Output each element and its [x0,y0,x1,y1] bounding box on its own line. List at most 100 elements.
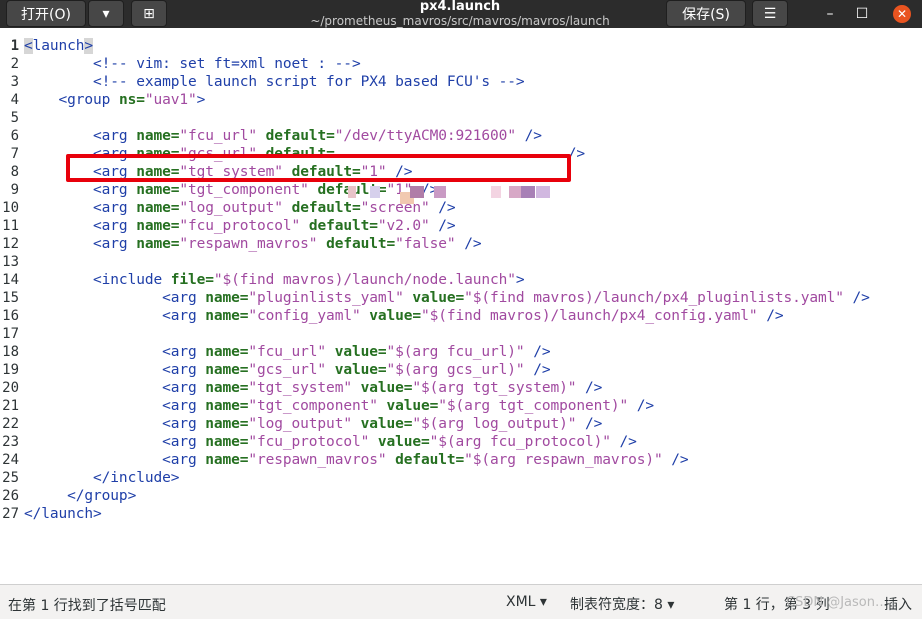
code-token: name= [205,290,249,306]
code-token: name= [205,452,249,468]
code-token: name= [205,380,249,396]
code-token: <arg [93,200,137,216]
code-token: </include> [93,470,180,486]
code-token: "$(arg log_output)" [412,416,577,432]
code-token: > [515,272,525,288]
code-token: /> [533,344,551,360]
code-token: ns= [118,92,145,108]
code-token: default= [308,218,378,234]
code-token: </launch> [24,506,102,522]
code-token: /> [533,362,551,378]
insert-mode: 插入 [884,597,912,613]
code-token: "respawn_mavros" [248,452,387,468]
code-token: "$(arg respawn_mavros)" [464,452,663,468]
code-token: value= [360,416,413,432]
line-number: 11 [2,218,19,234]
code-token: <!-- example launch script for PX4 based… [93,74,525,90]
watermark: CSDN @Jason… [786,595,888,610]
code-token: "v2.0" [377,218,430,234]
code-token: "respawn_mavros" [179,236,318,252]
status-message: 在第 1 行找到了括号匹配 [8,598,166,614]
code-token: value= [360,380,413,396]
line-number: 26 [2,488,19,504]
code-token: "uav1" [144,92,197,108]
code-token: default= [265,128,335,144]
save-button[interactable]: 保存(S) [666,0,746,27]
line-number: 27 [2,506,19,522]
minimize-button[interactable]: – [816,0,844,27]
chevron-down-icon: ▾ [102,5,110,22]
code-token: > [84,38,94,54]
open-button[interactable]: 打开(O) [6,0,86,27]
code-line: <!-- vim: set ft=xml noet : --> [24,55,361,73]
line-number: 14 [2,272,19,288]
code-token: < [24,38,33,54]
line-number: 3 [10,74,19,90]
open-dropdown-button[interactable]: ▾ [88,0,124,27]
code-token: <arg [162,380,206,396]
code-token: "$(arg fcu_url)" [386,344,525,360]
code-token: /> [524,128,542,144]
tab-width-selector[interactable]: 制表符宽度：8 ▾ [570,594,674,614]
new-tab-button[interactable]: ⊞ [131,0,167,27]
code-token: "$(arg tgt_system)" [412,380,577,396]
code-token: <arg [162,308,206,324]
code-token: /> [852,290,870,306]
code-token: <include [93,272,171,288]
code-token: name= [136,200,180,216]
code-token: launch [32,38,85,54]
maximize-icon: ☐ [855,5,869,22]
code-token: name= [205,416,249,432]
code-token: name= [136,128,180,144]
text-editor[interactable]: 1 2 3 4 5 6 7 8 9 10 11 12 13 14 15 16 17 18 19 20 21 22 23 24 2… [0,36,922,584]
language-selector[interactable]: XML ▾ [506,594,547,610]
code-token: /> [671,452,689,468]
maximize-button[interactable]: ☐ [848,0,876,27]
code-line: <arg name="respawn_mavros" default="fals… [24,235,482,253]
code-line: <arg name="log_output" value="$(arg log_… [24,415,602,433]
line-number: 12 [2,236,19,252]
code-token: value= [334,362,387,378]
menu-button[interactable]: ☰ [752,0,788,27]
code-token: value= [412,290,465,306]
code-line: <launch> [24,37,93,55]
header-bar: 打开(O) ▾ ⊞ px4.launch ~/prometheus_mavros… [0,0,922,28]
code-token: <arg [93,236,137,252]
code-token: <arg [162,362,206,378]
code-token: <arg [162,398,206,414]
close-glyph: ✕ [896,6,908,21]
code-token: "$(find mavros)/launch/node.launch" [213,272,516,288]
line-number: 8 [10,164,19,180]
title-area: px4.launch ~/prometheus_mavros/src/mavro… [200,0,720,28]
close-button[interactable]: ✕ [888,0,916,27]
code-line: <arg name="pluginlists_yaml" value="$(fi… [24,289,870,307]
code-token: /> [766,308,784,324]
line-number: 6 [10,128,19,144]
code-token: "$(arg gcs_url)" [386,362,525,378]
close-icon: ✕ [893,4,911,23]
code-token: /> [438,218,456,234]
code-token: "$(arg fcu_protocol)" [429,434,611,450]
line-number: 13 [2,254,19,270]
line-number: 16 [2,308,19,324]
code-token: "log_output" [248,416,352,432]
